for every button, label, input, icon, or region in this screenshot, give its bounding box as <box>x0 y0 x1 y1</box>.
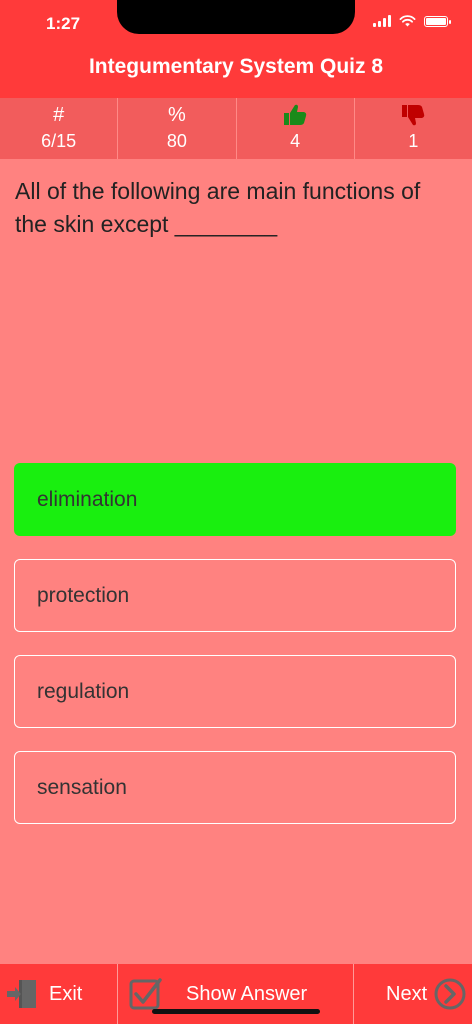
answer-option[interactable]: sensation <box>14 751 456 824</box>
answer-option[interactable]: regulation <box>14 655 456 728</box>
show-answer-button[interactable]: Show Answer <box>118 964 354 1024</box>
status-time: 1:27 <box>46 14 81 33</box>
checkbox-check-icon <box>129 978 162 1010</box>
next-label: Next <box>386 982 428 1005</box>
show-answer-label: Show Answer <box>186 982 308 1005</box>
percent-icon: % <box>167 103 186 126</box>
quiz-title: Integumentary System Quiz 8 <box>88 55 384 78</box>
thumbs-up-icon <box>284 104 307 125</box>
exit-door-icon <box>7 980 36 1008</box>
question-text: All of the following are main functions … <box>15 178 421 237</box>
header-bar: 1:27 Integumentary System Quiz 8 <box>0 0 472 98</box>
wifi-icon <box>399 15 416 27</box>
next-arrow-icon <box>434 978 466 1010</box>
cellular-signal-icon <box>373 15 391 27</box>
device-notch <box>117 0 355 34</box>
stat-percent: % 80 <box>118 98 237 159</box>
home-indicator <box>152 1009 320 1014</box>
wrong-count: 1 <box>408 131 419 151</box>
stat-correct: 4 <box>237 98 355 159</box>
score-percent: 80 <box>166 131 187 151</box>
answer-option-correct[interactable]: elimination <box>14 463 456 536</box>
battery-icon <box>424 15 451 27</box>
stat-wrong: 1 <box>355 98 472 159</box>
hash-icon: # <box>53 103 65 126</box>
bottom-toolbar: Exit Show Answer Next <box>0 964 472 1024</box>
correct-count: 4 <box>290 131 301 151</box>
thumbs-down-icon <box>402 105 425 126</box>
answer-option[interactable]: protection <box>14 559 456 632</box>
exit-button[interactable]: Exit <box>0 964 118 1024</box>
question-progress: 6/15 <box>41 131 77 151</box>
stat-question-number: # 6/15 <box>0 98 119 159</box>
next-button[interactable]: Next <box>354 964 472 1024</box>
exit-label: Exit <box>49 982 83 1005</box>
status-icons <box>373 15 451 27</box>
stats-bar: # 6/15 % 80 4 1 <box>0 98 472 159</box>
